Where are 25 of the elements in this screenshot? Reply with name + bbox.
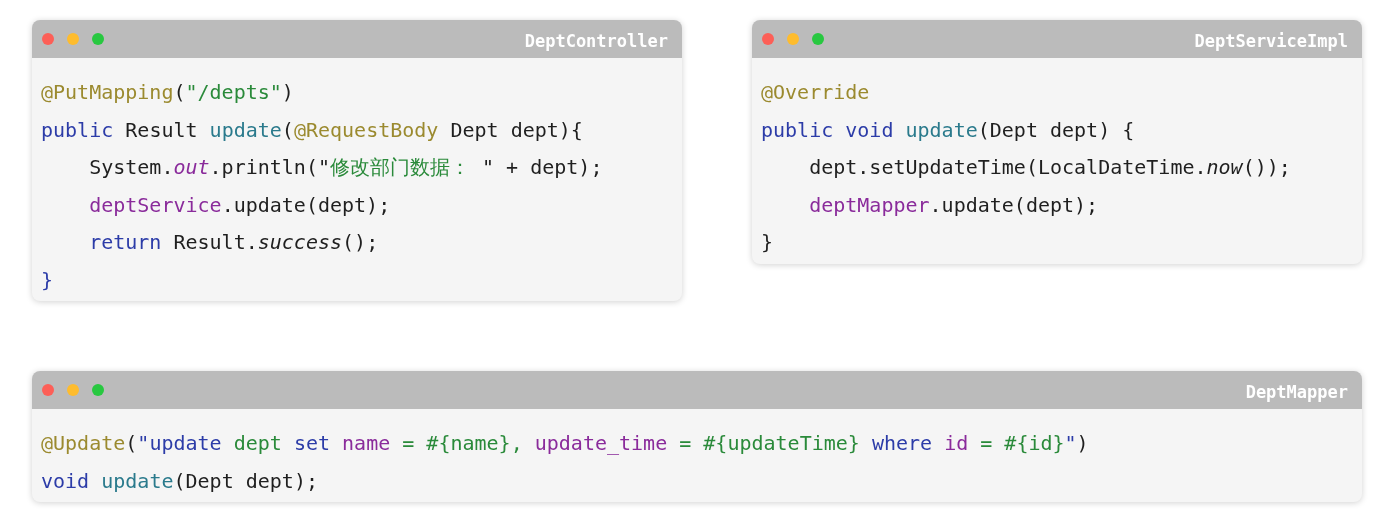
window-title: DeptController (524, 30, 668, 51)
code-line: @Override (761, 79, 870, 106)
code-line: public Result update(@RequestBody Dept dept){ (41, 116, 583, 144)
window-dot-icon (92, 384, 104, 396)
code-line: return Result.success(); (88, 229, 379, 256)
code-line: @Update("update dept set name = #{name}, update_time = #{updateTime} where id = #{id}") (41, 430, 1089, 457)
window-title: DeptServiceImpl (1194, 30, 1348, 51)
code-line: deptMapper.update(dept); (808, 191, 1099, 219)
code-line: dept.setUpdateTime(LocalDateTime.now()); (808, 154, 1291, 181)
window-dot-icon (67, 384, 79, 396)
window-dot-icon (92, 33, 104, 45)
window-dot-icon (67, 33, 79, 45)
window-dot-icon (762, 33, 774, 45)
window-dot-icon (812, 33, 824, 45)
code-line: void update(Dept dept); (41, 467, 318, 495)
window-dot-icon (42, 384, 54, 396)
code-line: deptService.update(dept); (88, 191, 391, 219)
code-line: } (41, 266, 54, 294)
window-title: DeptMapper (1245, 381, 1348, 402)
code-line: public void update(Dept dept) { (761, 116, 1135, 144)
code-line: @PutMapping("/depts") (41, 79, 294, 106)
window-dot-icon (787, 33, 799, 45)
code-line: System.out.println("修改部门数据： " + dept); (88, 154, 603, 181)
code-line: } (761, 229, 774, 256)
window-dot-icon (42, 33, 54, 45)
